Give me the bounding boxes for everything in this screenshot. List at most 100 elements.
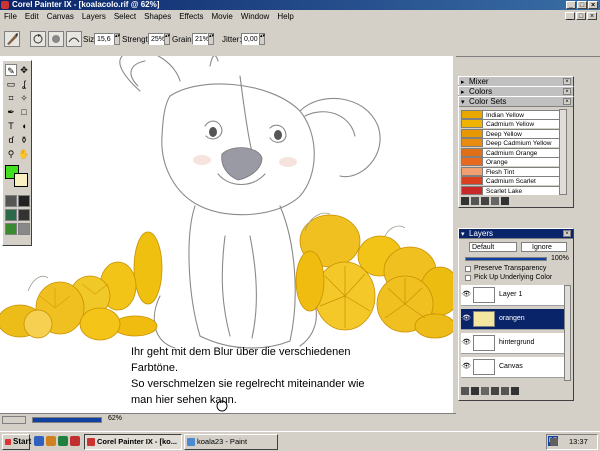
painter-app-icon[interactable] [1, 1, 9, 9]
rect-select-icon[interactable]: ▭ [5, 78, 17, 90]
grain-field[interactable]: 21% [192, 33, 209, 45]
crop-icon[interactable]: ⌗ [5, 92, 17, 104]
layer-mask-icon[interactable] [491, 387, 499, 395]
menu-movie[interactable]: Movie [208, 10, 237, 23]
speaker-icon[interactable] [550, 438, 558, 446]
color-set-item[interactable]: Cadmium Orange [461, 147, 559, 157]
pattern-selector-icon[interactable] [5, 209, 17, 221]
media-icon[interactable] [70, 436, 80, 446]
additional-color-swatch[interactable] [14, 173, 28, 187]
panel-close-icon[interactable]: × [563, 230, 571, 237]
color-set-lib-icon[interactable] [461, 197, 469, 205]
layer-row[interactable]: 👁 Layer 1 [461, 285, 567, 306]
dab-type-icon[interactable] [48, 31, 64, 47]
gradient-selector-icon[interactable] [18, 195, 30, 207]
start-button[interactable]: Start [2, 434, 31, 450]
visibility-eye-icon[interactable]: 👁 [462, 363, 471, 371]
doc-close-button[interactable]: × [587, 12, 597, 20]
color-set-item[interactable]: Cadmium Yellow [461, 119, 559, 129]
brush-tool-icon[interactable]: ✎ [5, 64, 17, 76]
dropper-icon[interactable]: ɗ [5, 134, 17, 146]
pick-up-underlying-checkbox[interactable] [465, 275, 471, 281]
painting-canvas[interactable]: Ihr geht mit dem Blur über die verschied… [0, 56, 456, 413]
magnifier-icon[interactable]: ⚲ [5, 148, 17, 160]
size-field[interactable]: 15,6 [94, 33, 114, 45]
zoom-out-icon[interactable] [2, 416, 26, 424]
brush-variant-icon[interactable] [4, 31, 20, 47]
menu-canvas[interactable]: Canvas [43, 10, 78, 23]
color-set-delete-icon[interactable] [491, 197, 499, 205]
grabber-icon[interactable]: ✋ [18, 148, 30, 160]
layer-row[interactable]: 👁 orangen [461, 309, 567, 330]
color-set-add-icon[interactable] [481, 197, 489, 205]
color-set-item[interactable]: Flesh Tint [461, 166, 559, 176]
menu-file[interactable]: File [0, 10, 21, 23]
color-set-item[interactable]: Orange [461, 157, 559, 167]
menu-effects[interactable]: Effects [175, 10, 207, 23]
panel-close-icon[interactable]: × [563, 88, 571, 95]
color-set-item[interactable]: Indian Yellow [461, 109, 559, 119]
desktop-icon[interactable] [58, 436, 68, 446]
layers-header[interactable]: ▾ Layers × [459, 229, 573, 239]
doc-restore-button[interactable]: □ [576, 12, 586, 20]
strength-field[interactable]: 25% [148, 33, 165, 45]
color-set-search-icon[interactable] [471, 197, 479, 205]
pen-icon[interactable]: ✒ [5, 106, 17, 118]
composite-depth-select[interactable]: Ignore [521, 242, 567, 252]
magic-wand-icon[interactable]: ✧ [18, 92, 30, 104]
shape-icon[interactable]: □ [18, 106, 30, 118]
color-set-item[interactable]: Scarlet Lake [461, 185, 559, 195]
paint-bucket-icon[interactable]: ⚱ [18, 134, 30, 146]
menu-edit[interactable]: Edit [21, 10, 43, 23]
look-selector-icon[interactable] [5, 223, 17, 235]
menu-window[interactable]: Window [237, 10, 273, 23]
jitter-field[interactable]: 0,00 [241, 33, 259, 45]
lasso-icon[interactable]: ʆ [18, 78, 30, 90]
color-set-grid-icon[interactable] [501, 197, 509, 205]
color-set-scrollbar[interactable] [559, 109, 567, 195]
visibility-eye-icon[interactable]: 👁 [462, 339, 471, 347]
menu-help[interactable]: Help [273, 10, 297, 23]
preserve-transparency-checkbox[interactable] [465, 266, 471, 272]
layer-adjuster-icon[interactable]: ✥ [18, 64, 30, 76]
layer-lock-icon[interactable] [461, 387, 469, 395]
layer-row[interactable]: 👁 hintergrund [461, 333, 567, 354]
layer-group-icon[interactable] [481, 387, 489, 395]
zoom-slider[interactable] [32, 417, 102, 423]
text-icon[interactable]: T [5, 120, 17, 132]
size-spinner[interactable]: ▴▾ [114, 33, 120, 45]
new-layer-icon[interactable] [501, 387, 509, 395]
layer-list-scrollbar[interactable] [564, 285, 571, 381]
color-set-item[interactable]: Deep Cadmium Yellow [461, 138, 559, 148]
canvas-scroll-edge[interactable] [453, 56, 456, 413]
nozzle-selector-icon[interactable] [18, 223, 30, 235]
visibility-eye-icon[interactable]: 👁 [462, 315, 471, 323]
visibility-eye-icon[interactable]: 👁 [462, 291, 471, 299]
reset-tool-icon[interactable] [30, 31, 46, 47]
color-sets-header[interactable]: ▾ Color Sets × [459, 97, 573, 107]
composite-method-select[interactable]: Default [469, 242, 517, 252]
task-painter[interactable]: Corel Painter IX - [ko... [84, 434, 182, 450]
minimize-button[interactable]: _ [566, 1, 576, 9]
color-set-item[interactable]: Cadmium Scarlet [461, 176, 559, 186]
task-paint[interactable]: koala23 - Paint [184, 434, 278, 450]
doc-minimize-button[interactable]: _ [565, 12, 575, 20]
stroke-type-icon[interactable] [66, 31, 82, 47]
strength-spinner[interactable]: ▴▾ [164, 33, 170, 45]
layer-row[interactable]: 👁 Canvas [461, 357, 567, 378]
opacity-slider[interactable] [465, 257, 547, 261]
menu-select[interactable]: Select [110, 10, 140, 23]
mail-icon[interactable] [46, 436, 56, 446]
panel-close-icon[interactable]: × [563, 78, 571, 85]
delete-layer-icon[interactable] [511, 387, 519, 395]
paper-selector-icon[interactable] [5, 195, 17, 207]
jitter-spinner[interactable]: ▴▾ [259, 33, 265, 45]
shape-selection-icon[interactable]: ◖ [18, 120, 30, 132]
menu-layers[interactable]: Layers [78, 10, 110, 23]
menu-shapes[interactable]: Shapes [140, 10, 175, 23]
color-set-item[interactable]: Deep Yellow [461, 128, 559, 138]
weaving-selector-icon[interactable] [18, 209, 30, 221]
grain-spinner[interactable]: ▴▾ [208, 33, 214, 45]
maximize-button[interactable]: □ [577, 1, 587, 9]
browser-icon[interactable] [34, 436, 44, 446]
